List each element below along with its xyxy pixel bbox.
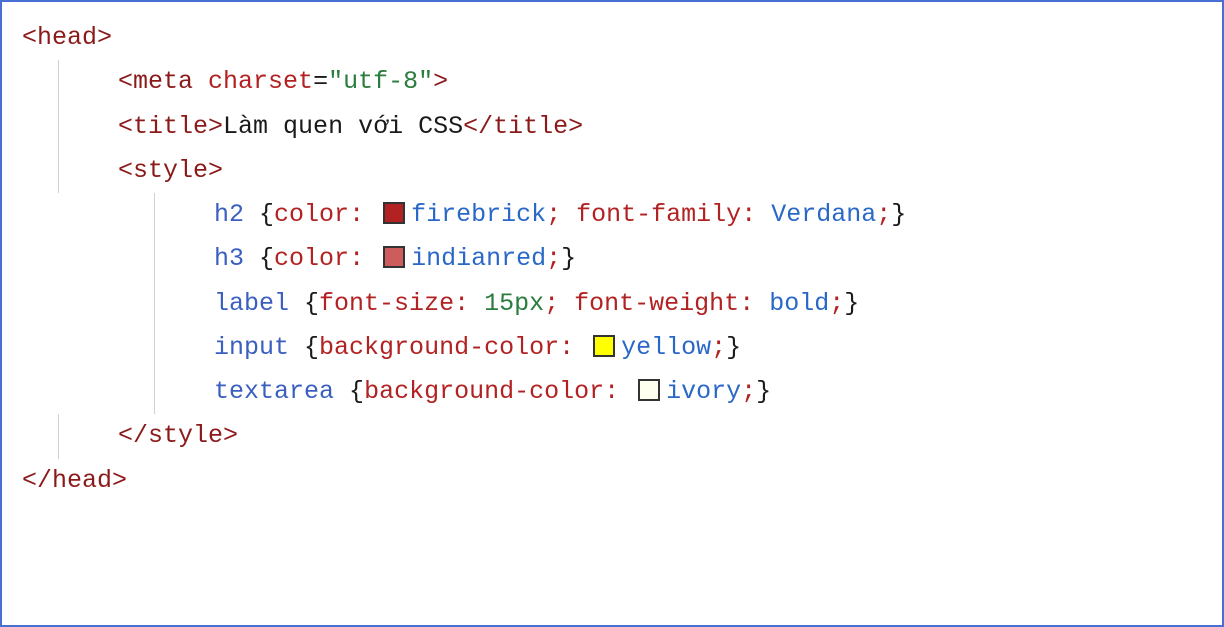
angle-bracket: > bbox=[223, 421, 238, 450]
colon: : bbox=[349, 200, 364, 229]
color-swatch-yellow bbox=[593, 335, 615, 357]
brace-open: { bbox=[259, 200, 274, 229]
brace-close: } bbox=[726, 333, 741, 362]
code-line: label {font-size: 15px; font-weight: bol… bbox=[22, 282, 1202, 326]
color-swatch-ivory bbox=[638, 379, 660, 401]
space bbox=[244, 244, 259, 273]
angle-bracket: </ bbox=[22, 466, 52, 495]
tag-head: head bbox=[52, 466, 112, 495]
angle-bracket: < bbox=[118, 67, 133, 96]
angle-bracket: < bbox=[22, 23, 37, 52]
semicolon: ; bbox=[711, 333, 726, 362]
tag-title: title bbox=[493, 112, 568, 141]
tag-title: title bbox=[133, 112, 208, 141]
angle-bracket: < bbox=[118, 112, 133, 141]
space bbox=[289, 289, 304, 318]
space bbox=[756, 200, 771, 229]
selector-h2: h2 bbox=[214, 200, 244, 229]
selector-textarea: textarea bbox=[214, 377, 334, 406]
prop-color: color bbox=[274, 244, 349, 273]
selector-input: input bbox=[214, 333, 289, 362]
angle-bracket: > bbox=[208, 112, 223, 141]
brace-close: } bbox=[756, 377, 771, 406]
semicolon: ; bbox=[546, 244, 561, 273]
semicolon: ; bbox=[829, 289, 844, 318]
value-yellow: yellow bbox=[621, 333, 711, 362]
value-firebrick: firebrick bbox=[411, 200, 546, 229]
color-swatch-firebrick bbox=[383, 202, 405, 224]
colon: : bbox=[559, 333, 574, 362]
value-indianred: indianred bbox=[411, 244, 546, 273]
space bbox=[619, 377, 634, 406]
space bbox=[193, 67, 208, 96]
brace-open: { bbox=[349, 377, 364, 406]
space bbox=[244, 200, 259, 229]
attr-charset: charset bbox=[208, 67, 313, 96]
angle-bracket: </ bbox=[463, 112, 493, 141]
tag-style: style bbox=[148, 421, 223, 450]
space bbox=[334, 377, 349, 406]
value-verdana: Verdana bbox=[771, 200, 876, 229]
brace-close: } bbox=[844, 289, 859, 318]
space bbox=[574, 333, 589, 362]
colon: : bbox=[454, 289, 469, 318]
prop-background-color: background-color bbox=[319, 333, 559, 362]
angle-bracket: </ bbox=[118, 421, 148, 450]
brace-open: { bbox=[304, 333, 319, 362]
brace-open: { bbox=[259, 244, 274, 273]
code-line: </style> bbox=[22, 414, 1202, 458]
code-frame: <head> <meta charset="utf-8"> <title>Làm… bbox=[0, 0, 1224, 627]
code-line: input {background-color: yellow;} bbox=[22, 326, 1202, 370]
brace-close: } bbox=[561, 244, 576, 273]
semicolon: ; bbox=[544, 289, 559, 318]
semicolon: ; bbox=[876, 200, 891, 229]
title-text: Làm quen với CSS bbox=[223, 112, 463, 141]
colon: : bbox=[349, 244, 364, 273]
space bbox=[559, 289, 574, 318]
space bbox=[754, 289, 769, 318]
code-line: textarea {background-color: ivory;} bbox=[22, 370, 1202, 414]
space bbox=[364, 200, 379, 229]
space bbox=[469, 289, 484, 318]
code-line: <head> bbox=[22, 16, 1202, 60]
space bbox=[289, 333, 304, 362]
brace-open: { bbox=[304, 289, 319, 318]
code-line: <meta charset="utf-8"> bbox=[22, 60, 1202, 104]
angle-bracket: > bbox=[97, 23, 112, 52]
code-line: <title>Làm quen với CSS</title> bbox=[22, 105, 1202, 149]
selector-label: label bbox=[214, 289, 289, 318]
tag-head: head bbox=[37, 23, 97, 52]
equals: = bbox=[313, 67, 328, 96]
tag-meta: meta bbox=[133, 67, 193, 96]
angle-bracket: > bbox=[112, 466, 127, 495]
brace-close: } bbox=[891, 200, 906, 229]
semicolon: ; bbox=[741, 377, 756, 406]
semicolon: ; bbox=[546, 200, 561, 229]
selector-h3: h3 bbox=[214, 244, 244, 273]
colon: : bbox=[739, 289, 754, 318]
space bbox=[364, 244, 379, 273]
code-line: </head> bbox=[22, 459, 1202, 503]
prop-background-color: background-color bbox=[364, 377, 604, 406]
prop-color: color bbox=[274, 200, 349, 229]
colon: : bbox=[741, 200, 756, 229]
angle-bracket: > bbox=[208, 156, 223, 185]
prop-font-size: font-size bbox=[319, 289, 454, 318]
value-15px: 15px bbox=[484, 289, 544, 318]
colon: : bbox=[604, 377, 619, 406]
prop-font-family: font-family bbox=[576, 200, 741, 229]
space bbox=[561, 200, 576, 229]
code-line: h3 {color: indianred;} bbox=[22, 237, 1202, 281]
value-bold: bold bbox=[769, 289, 829, 318]
tag-style: style bbox=[133, 156, 208, 185]
value-ivory: ivory bbox=[666, 377, 741, 406]
prop-font-weight: font-weight bbox=[574, 289, 739, 318]
color-swatch-indianred bbox=[383, 246, 405, 268]
angle-bracket: > bbox=[568, 112, 583, 141]
angle-bracket: < bbox=[118, 156, 133, 185]
attr-value: "utf-8" bbox=[328, 67, 433, 96]
code-line: <style> bbox=[22, 149, 1202, 193]
code-line: h2 {color: firebrick; font-family: Verda… bbox=[22, 193, 1202, 237]
angle-bracket: > bbox=[433, 67, 448, 96]
